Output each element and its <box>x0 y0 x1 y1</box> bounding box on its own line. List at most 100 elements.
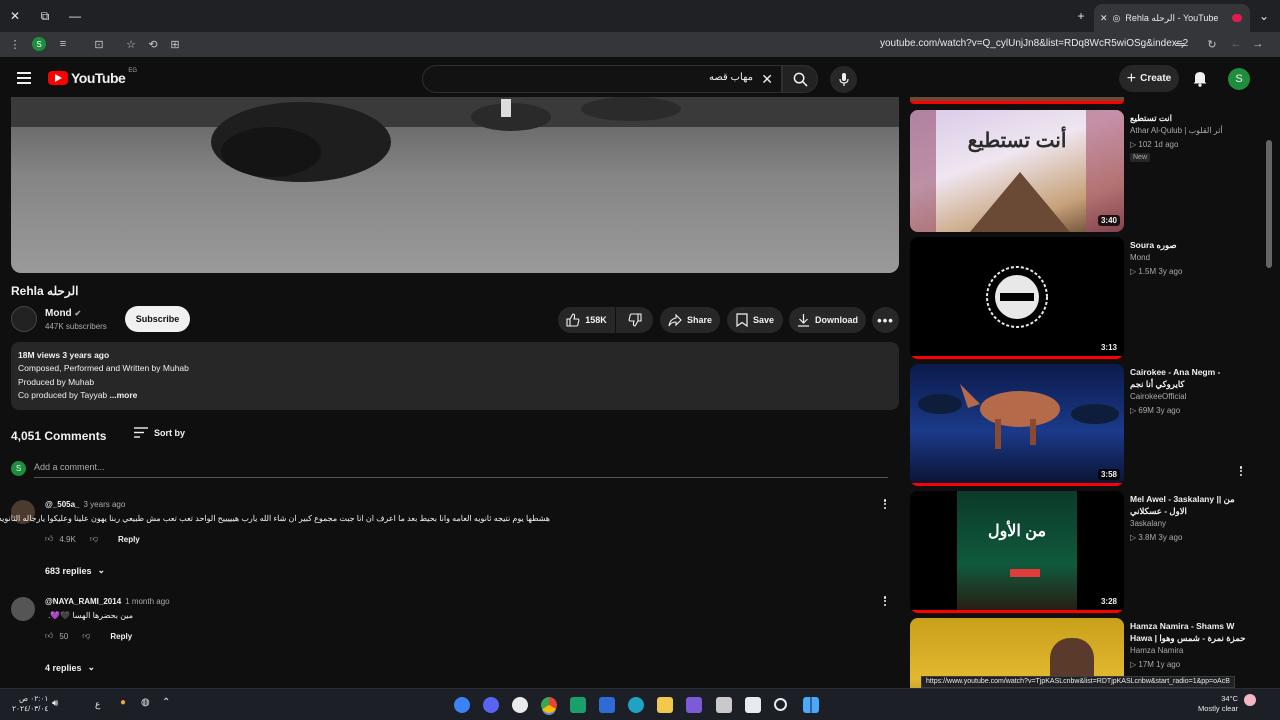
search-input[interactable] <box>433 72 753 83</box>
mic-icon[interactable]: ● <box>120 697 126 708</box>
recommended-video[interactable]: 3:58 Cairokee - Ana Negm - كايروكي أنا ن… <box>910 364 1260 486</box>
comment-menu-icon[interactable] <box>880 497 890 511</box>
recommended-channel[interactable]: Mond <box>1130 253 1150 262</box>
share-button[interactable]: Share <box>660 307 720 333</box>
comment-author-avatar[interactable] <box>11 597 35 621</box>
tab-search-icon[interactable]: ⌄ <box>1254 6 1274 26</box>
search-taskbar-icon[interactable] <box>774 698 787 711</box>
video-thumbnail[interactable]: من الأول 3:28 <box>910 491 1124 613</box>
save-label: Save <box>752 315 775 325</box>
search-box[interactable]: ✕ <box>422 65 782 93</box>
video-description[interactable]: 18M views 3 years ago Composed, Performe… <box>11 342 899 410</box>
weather-widget[interactable]: 34°C Mostly clear <box>1198 694 1238 714</box>
install-app-icon[interactable]: ⊞ <box>168 37 182 51</box>
recommended-title[interactable]: Mel Awel - 3askalany || من الاول - عسكلا… <box>1130 493 1248 517</box>
recommended-title[interactable]: انت تستطيع <box>1130 112 1248 124</box>
reply-button[interactable]: Reply <box>118 535 140 544</box>
recommended-title[interactable]: Cairokee - Ana Negm - كايروكي أنا نجم <box>1130 366 1248 390</box>
tab-close-icon[interactable]: ✕ <box>1100 13 1108 24</box>
copilot-icon[interactable] <box>454 697 470 713</box>
app-icon[interactable] <box>745 697 761 713</box>
language-indicator[interactable]: ع <box>95 699 100 710</box>
edge-icon[interactable] <box>628 697 644 713</box>
comment-author[interactable]: @_505a_ 3 years ago <box>45 500 125 509</box>
like-button[interactable]: 158K <box>558 307 615 333</box>
recommended-title[interactable]: Hamza Namira - Shams W Hawa | حمزة نمرة … <box>1130 620 1248 644</box>
recommendation-menu-icon[interactable] <box>1236 464 1246 478</box>
app-icon[interactable] <box>716 697 732 713</box>
more-actions-button[interactable]: ••• <box>872 307 899 333</box>
search-button[interactable] <box>782 65 818 93</box>
file-explorer-icon[interactable] <box>657 697 673 713</box>
chevron-down-icon: ⌄ <box>87 662 96 672</box>
minimize-window-icon[interactable]: — <box>65 6 85 26</box>
share-page-icon[interactable]: ⟲ <box>146 37 160 51</box>
add-comment-input[interactable]: Add a comment... <box>34 462 888 478</box>
microphone-icon <box>838 72 849 86</box>
reload-icon[interactable]: ↻ <box>1205 37 1219 51</box>
clear-search-icon[interactable]: ✕ <box>761 71 773 88</box>
reading-list-icon[interactable]: ≡ <box>56 37 70 51</box>
profile-icon[interactable]: S <box>32 37 46 51</box>
store-icon[interactable] <box>599 697 615 713</box>
close-window-icon[interactable]: ✕ <box>5 6 25 26</box>
restore-window-icon[interactable]: ⧉ <box>35 6 55 26</box>
recommended-video[interactable]: من الأول 3:28 Mel Awel - 3askalany || من… <box>910 491 1260 613</box>
app-icon[interactable] <box>686 697 702 713</box>
extensions-icon[interactable]: ⊡ <box>92 37 106 51</box>
video-thumbnail[interactable]: 3:13 <box>910 237 1124 359</box>
recommended-channel[interactable]: Hamza Namira <box>1130 646 1183 655</box>
like-comment-icon[interactable]: 👍︎ <box>45 534 53 544</box>
bookmark-star-icon[interactable]: ☆ <box>124 37 138 51</box>
voice-search-button[interactable] <box>830 66 857 93</box>
channel-name[interactable]: Mond ✔ <box>45 308 81 319</box>
show-more-link[interactable]: ...more <box>110 390 138 400</box>
reply-button[interactable]: Reply <box>110 632 132 641</box>
dislike-button[interactable] <box>616 307 653 333</box>
subscribe-button[interactable]: Subscribe <box>125 306 190 332</box>
create-button[interactable]: + Create <box>1119 65 1179 92</box>
tray-chevron-icon[interactable]: ⌃ <box>162 697 170 708</box>
speaker-icon[interactable]: 🔊︎ <box>52 698 58 709</box>
recommended-channel[interactable]: Athar Al-Qulub | أثر القلوب <box>1130 126 1223 135</box>
url-field[interactable]: youtube.com/watch?v=Q_cylUnjJn8&list=RDq… <box>880 38 1188 49</box>
recommended-video[interactable]: أنت تستطيع 3:40 انت تستطيع Athar Al-Qulu… <box>910 110 1260 232</box>
view-replies-button[interactable]: 4 replies ⌄ <box>45 662 95 673</box>
video-player[interactable] <box>11 97 899 273</box>
chrome-icon[interactable] <box>541 697 557 713</box>
recommended-title[interactable]: Soura صوره <box>1130 239 1248 251</box>
comment-menu-icon[interactable] <box>880 594 890 608</box>
page-scrollbar[interactable] <box>1266 140 1272 268</box>
video-thumbnail[interactable]: 3:58 <box>910 364 1124 486</box>
hamburger-menu-icon[interactable] <box>17 72 31 84</box>
site-settings-icon[interactable]: ⇋ <box>1173 37 1187 51</box>
account-avatar[interactable]: S <box>1228 68 1250 90</box>
network-icon[interactable]: ◍ <box>141 697 150 708</box>
video-thumbnail[interactable]: أنت تستطيع 3:40 <box>910 110 1124 232</box>
comment-author[interactable]: @NAYA_RAMI_2014 1 month ago <box>45 597 170 606</box>
new-tab-icon[interactable]: + <box>1071 6 1091 26</box>
back-icon[interactable]: → <box>1251 37 1265 51</box>
download-button[interactable]: Download <box>789 307 866 333</box>
save-button[interactable]: Save <box>727 307 783 333</box>
system-clock[interactable]: ٠٢:٠١ ص ٢٠٢٤/٠٣/٠٤ <box>12 694 48 714</box>
youtube-logo[interactable]: YouTube EG <box>48 68 137 86</box>
forward-icon[interactable]: ← <box>1229 37 1243 51</box>
discord-icon[interactable] <box>483 697 499 713</box>
channel-avatar[interactable] <box>11 306 37 332</box>
menu-dots-icon[interactable]: ⋮ <box>8 37 22 51</box>
steam-icon[interactable] <box>512 697 528 713</box>
dislike-comment-icon[interactable]: 👎︎ <box>90 534 98 544</box>
terminal-icon[interactable] <box>570 697 586 713</box>
recommended-video[interactable]: 3:13 Soura صوره Mond ▷ 1.5M 3y ago <box>910 237 1260 359</box>
sort-comments-button[interactable]: Sort by <box>134 427 185 438</box>
browser-tab[interactable]: ✕ ◎ Rehla الرحله - YouTube <box>1094 4 1250 32</box>
notifications-bell-icon[interactable] <box>1192 70 1208 87</box>
recommended-channel[interactable]: 3askalany <box>1130 519 1166 528</box>
like-comment-icon[interactable]: 👍︎ <box>45 631 53 641</box>
recommended-channel[interactable]: CairokeeOfficial <box>1130 392 1186 401</box>
view-replies-button[interactable]: 683 replies ⌄ <box>45 565 105 576</box>
windows-start-icon[interactable] <box>803 697 819 713</box>
recommendation-thumbnail-partial[interactable] <box>910 97 1124 104</box>
dislike-comment-icon[interactable]: 👎︎ <box>82 631 90 641</box>
